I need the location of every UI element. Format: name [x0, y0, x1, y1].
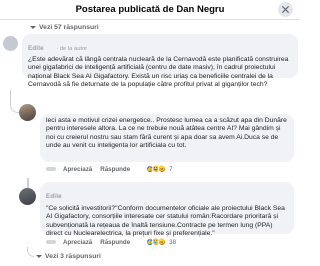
like-button[interactable]: Apreciază — [63, 166, 92, 173]
view-replies-label: Vezi 57 răspunsuri — [39, 24, 99, 31]
comment-text: "Ce solicită investitorii?"Conform docum… — [46, 205, 285, 238]
reply-button[interactable]: Răspunde — [100, 166, 130, 173]
comment-actions: Apreciază Răspunde 👍 😆 😠 7 — [46, 165, 173, 173]
comment-meta: · de la autor — [56, 46, 88, 52]
view-replies-link[interactable]: Vezi 3 răspunsuri — [36, 253, 101, 260]
reaction-count: 38 — [169, 238, 177, 246]
chevron-down-icon — [36, 255, 42, 258]
like-button[interactable]: Apreciază — [63, 239, 92, 246]
comment-bubble: Edile "Ce solicită investitorii?"Conform… — [40, 182, 294, 237]
avatar[interactable] — [19, 104, 36, 121]
view-replies-label: Vezi 3 răspunsuri — [45, 253, 101, 260]
thread-connector — [10, 90, 19, 113]
reactions-summary[interactable]: 👍 😆 😠 7 — [146, 165, 173, 173]
reply-button[interactable]: Răspunde — [100, 239, 130, 246]
angry-reaction-icon: 😠 — [158, 165, 167, 173]
comment-author[interactable]: Edile — [28, 45, 44, 52]
dialog-title: Postarea publicată de Dan Negru — [75, 4, 225, 15]
comment-text: ¿Este adevărat că lângă centrala nuclear… — [28, 56, 289, 89]
close-button[interactable] — [278, 2, 293, 17]
chevron-down-icon — [30, 26, 36, 29]
reactions-summary[interactable]: 👍 😢 😠 38 — [146, 238, 176, 246]
timestamp — [46, 167, 56, 171]
comment-bubble: Edile · de la autor ¿Este adevărat că lâ… — [22, 34, 298, 88]
avatar[interactable] — [3, 36, 18, 51]
comment-actions: Apreciază Răspunde 👍 😢 😠 38 — [46, 238, 176, 246]
timestamp — [46, 240, 56, 244]
avatar[interactable] — [19, 188, 36, 205]
comment-text: leci asta e motivul crizei energetice.. … — [46, 117, 287, 150]
angry-reaction-icon: 😠 — [158, 238, 167, 246]
comment-bubble: leci asta e motivul crizei energetice.. … — [40, 114, 294, 162]
reaction-count: 7 — [169, 165, 173, 173]
dialog-header: Postarea publicată de Dan Negru — [0, 0, 300, 20]
thread-connector — [27, 178, 29, 188]
thread-connector — [27, 247, 34, 257]
close-icon — [282, 6, 289, 13]
view-replies-link[interactable]: Vezi 57 răspunsuri — [30, 24, 99, 31]
comment-author[interactable]: Edile — [46, 193, 62, 200]
